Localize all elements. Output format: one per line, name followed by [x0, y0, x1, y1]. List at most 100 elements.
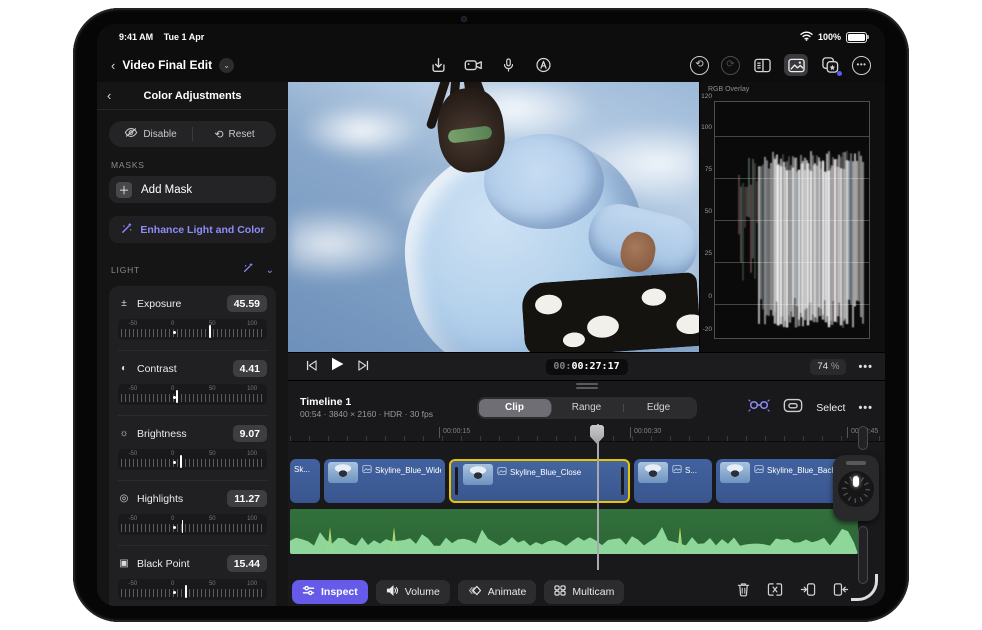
- back-icon[interactable]: ‹: [111, 58, 115, 73]
- status-left: 9:41 AM Tue 1 Apr: [119, 32, 212, 42]
- split-clip-icon[interactable]: [767, 582, 783, 602]
- redo-icon: ⟳: [721, 56, 740, 75]
- slider-ruler[interactable]: -50050100: [118, 579, 267, 600]
- slider-label: Black Point: [137, 558, 190, 570]
- jog-dial[interactable]: [838, 471, 874, 507]
- slider-ruler[interactable]: -50050100: [118, 449, 267, 470]
- battery-icon: [846, 32, 867, 43]
- timeline-ruler[interactable]: 00:00:15 00:00:30 00:00:45: [290, 424, 885, 442]
- slider-cursor[interactable]: [185, 585, 187, 598]
- slider-ruler[interactable]: -50050100: [118, 384, 267, 405]
- slider-label: Brightness: [137, 428, 187, 440]
- insert-clip-icon[interactable]: [800, 582, 816, 602]
- more-icon[interactable]: •••: [852, 56, 871, 75]
- jog-drag-handle[interactable]: [846, 461, 866, 465]
- animate-icon: [468, 585, 482, 599]
- light-wand-icon[interactable]: [242, 261, 254, 279]
- mode-range[interactable]: Range: [551, 399, 623, 417]
- panel-back-icon[interactable]: ‹: [107, 88, 111, 103]
- timeline-main: 00:00:15 00:00:30 00:00:45 Sk... Skyline…: [288, 424, 885, 606]
- timeline-info: 00:54 · 3840 × 2160 · HDR · 30 fps: [300, 409, 433, 420]
- reset-label: Reset: [229, 129, 255, 140]
- light-collapse-chevron-icon[interactable]: ⌄: [266, 265, 274, 276]
- clip-thumbnail: [638, 462, 668, 483]
- import-icon[interactable]: [429, 55, 449, 75]
- scope-plot: [714, 101, 870, 339]
- transport-more-icon[interactable]: •••: [858, 361, 873, 373]
- multicam-button[interactable]: Multicam: [544, 580, 624, 604]
- center-toolbar: [429, 55, 554, 75]
- project-title: Video Final Edit: [122, 58, 212, 72]
- mic-icon[interactable]: [499, 55, 519, 75]
- animate-button[interactable]: Animate: [458, 580, 537, 604]
- inspect-button[interactable]: Inspect: [292, 580, 368, 604]
- video-viewer[interactable]: [288, 82, 699, 352]
- effects-icon[interactable]: [820, 55, 840, 75]
- slider-value[interactable]: 4.41: [233, 360, 267, 377]
- scissors-icon[interactable]: [748, 398, 770, 418]
- enhance-label: Enhance Light and Color: [140, 224, 264, 236]
- trim-handle-right[interactable]: [621, 467, 624, 495]
- skip-back-icon[interactable]: [306, 358, 317, 376]
- overview-icon[interactable]: [783, 398, 803, 418]
- status-right: 100%: [800, 31, 867, 43]
- add-mask-label: Add Mask: [141, 184, 192, 196]
- slider-contrast: ◐ Contrast 4.41 -50050100: [118, 350, 267, 415]
- pencil-tools-icon[interactable]: [534, 55, 554, 75]
- trash-icon[interactable]: [737, 582, 750, 602]
- clip-skyline-blue-close[interactable]: Skyline_Blue_Close: [449, 459, 630, 503]
- slider-value[interactable]: 15.44: [227, 555, 267, 572]
- audio-track[interactable]: [290, 509, 858, 554]
- viewer-zoom-control[interactable]: 74%: [810, 359, 846, 375]
- clip-skyline-partial[interactable]: Sk...: [290, 459, 320, 503]
- slider-cursor[interactable]: [209, 325, 211, 338]
- disable-reset-control: Disable ⟲ Reset: [109, 121, 276, 147]
- slider-ruler[interactable]: -50050100: [118, 319, 267, 340]
- disable-button[interactable]: Disable: [109, 127, 192, 141]
- select-button[interactable]: Select: [816, 402, 845, 414]
- light-sliders-group: ± Exposure 45.59 -50050100 ◐ Contrast: [109, 286, 276, 606]
- undo-icon[interactable]: ⟲: [690, 56, 709, 75]
- slider-value[interactable]: 11.27: [227, 490, 267, 507]
- photo-icon: [754, 465, 764, 475]
- status-bar: 9:41 AM Tue 1 Apr 100%: [97, 24, 885, 48]
- slider-label: Highlights: [137, 493, 183, 505]
- volume-icon: [386, 585, 399, 599]
- mode-edge[interactable]: Edge: [623, 399, 695, 417]
- browser-icon[interactable]: [752, 55, 772, 75]
- clip-skyline-blue-wide[interactable]: Skyline_Blue_Wide: [324, 459, 445, 503]
- slider-cursor[interactable]: [180, 455, 182, 468]
- subject-patterned-pants: [521, 272, 699, 352]
- volume-button[interactable]: Volume: [376, 580, 450, 604]
- disable-label: Disable: [143, 129, 176, 140]
- mode-clip[interactable]: Clip: [479, 399, 551, 417]
- slider-value[interactable]: 45.59: [227, 295, 267, 312]
- brightness-icon: ☼: [118, 428, 130, 439]
- trim-handle-left[interactable]: [455, 467, 458, 495]
- clip-skyline-short[interactable]: S...: [634, 459, 712, 503]
- timeline-more-icon[interactable]: •••: [858, 402, 873, 414]
- slider-ruler[interactable]: -50050100: [118, 514, 267, 535]
- skip-forward-icon[interactable]: [358, 358, 369, 376]
- play-button[interactable]: [331, 357, 344, 376]
- timeline-tracks: Sk... Skyline_Blue_Wide Skyline_Blue_Clo…: [290, 442, 885, 571]
- add-mask-button[interactable]: ＋ Add Mask: [109, 176, 276, 203]
- app-screen: 9:41 AM Tue 1 Apr 100% ‹ Video Final Edi…: [97, 24, 885, 606]
- append-clip-icon[interactable]: [833, 582, 849, 602]
- inspect-icon: [302, 585, 315, 599]
- timeline-name: Timeline 1: [300, 396, 433, 409]
- project-menu-chevron-icon[interactable]: ⌄: [219, 58, 234, 73]
- slider-value[interactable]: 9.07: [233, 425, 267, 442]
- camera-icon[interactable]: [464, 55, 484, 75]
- timeline-resize-handle[interactable]: [288, 381, 885, 391]
- jog-wheel[interactable]: [833, 455, 879, 521]
- highlights-icon: ◎: [118, 493, 130, 504]
- viewer-icon[interactable]: [784, 54, 808, 76]
- timeline-header: Timeline 1 00:54 · 3840 × 2160 · HDR · 3…: [288, 391, 885, 424]
- timeline-section: Timeline 1 00:54 · 3840 × 2160 · HDR · 3…: [288, 380, 885, 606]
- timecode-display[interactable]: 00:00:27:17: [545, 359, 627, 375]
- reset-button[interactable]: ⟲ Reset: [193, 128, 276, 141]
- slider-cursor[interactable]: [176, 390, 178, 403]
- enhance-light-color-button[interactable]: Enhance Light and Color: [109, 216, 276, 243]
- playhead[interactable]: [597, 424, 599, 570]
